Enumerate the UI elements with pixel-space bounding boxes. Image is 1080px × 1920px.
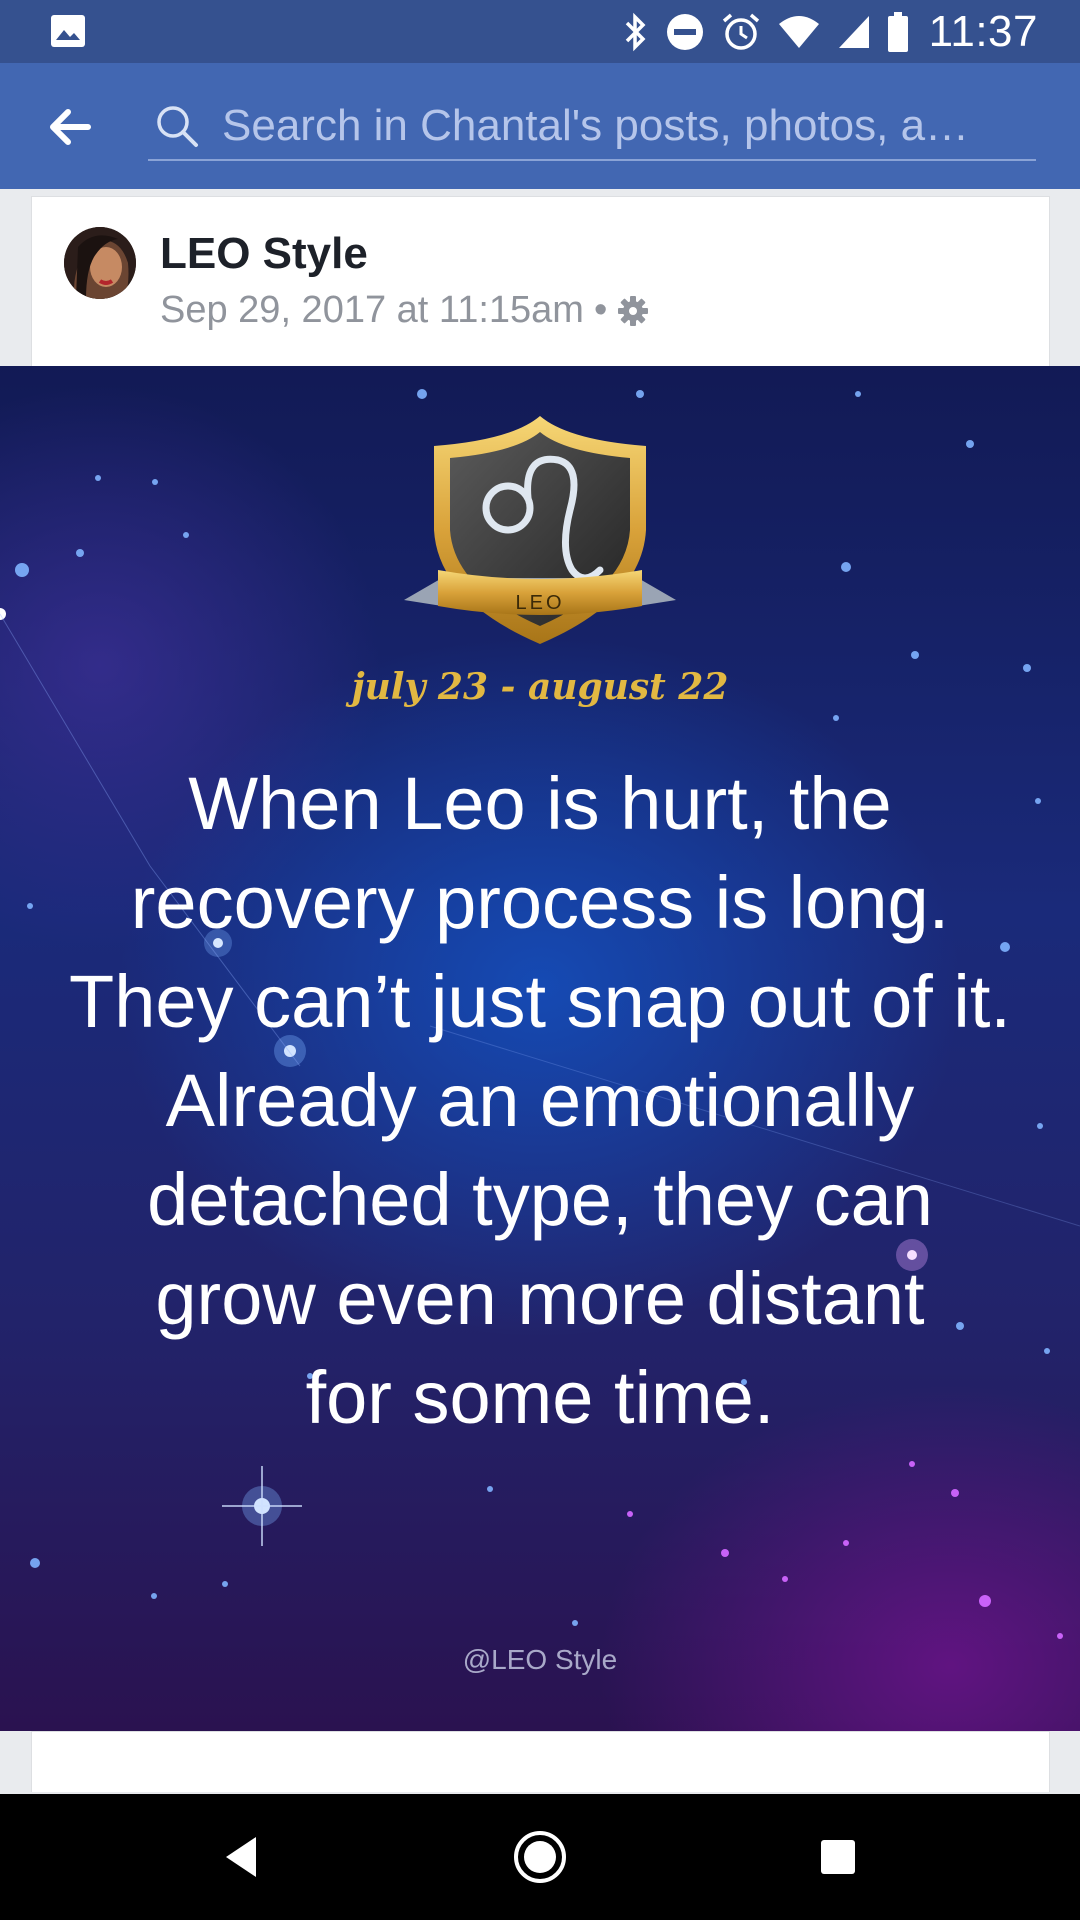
bluetooth-icon (625, 12, 646, 51)
status-bar: 11:37 (0, 0, 1080, 63)
navigation-bar (0, 1794, 1080, 1920)
quote-line: detached type, they can (147, 1158, 933, 1241)
quote-line: Already an emotionally (165, 1059, 915, 1142)
quote-line: They can’t just snap out of it. (69, 960, 1011, 1043)
meta-separator: • (593, 289, 608, 331)
search-icon (157, 106, 198, 147)
quote-line: for some time. (305, 1356, 775, 1439)
quote-line: grow even more distant (155, 1257, 925, 1340)
nav-recents-icon[interactable] (808, 1827, 868, 1887)
app-bar (0, 63, 1080, 189)
gear-icon (618, 295, 649, 326)
badge-label: LEO (515, 592, 565, 614)
post-image[interactable]: LEO july 23 - august 22 When Leo is hurt… (0, 366, 1080, 1731)
post-header: LEO Style Sep 29, 2017 at 11:15am • (31, 196, 1050, 367)
watermark: @LEO Style (462, 1644, 618, 1675)
post-author[interactable]: LEO Style (160, 229, 368, 279)
do-not-disturb-icon (666, 13, 703, 50)
quote-line: recovery process is long. (130, 861, 950, 944)
quote-line: When Leo is hurt, the (188, 762, 892, 845)
wifi-icon (778, 15, 819, 48)
nav-back-icon[interactable] (212, 1827, 272, 1887)
clock-time: 11:37 (928, 6, 1038, 56)
arrow-back-icon[interactable] (40, 97, 100, 157)
post-meta: Sep 29, 2017 at 11:15am • (160, 289, 649, 332)
alarm-icon (722, 13, 759, 50)
signal-icon (838, 15, 869, 48)
search-bar[interactable] (148, 93, 1036, 161)
battery-icon (887, 11, 908, 52)
date-range: july 23 - august 22 (351, 666, 729, 708)
post-timestamp[interactable]: Sep 29, 2017 at 11:15am (160, 289, 584, 332)
post-actions (31, 1731, 1050, 1792)
avatar[interactable] (64, 227, 136, 299)
gallery-icon (51, 15, 85, 47)
nav-home-icon[interactable] (510, 1827, 570, 1887)
quote-text: When Leo is hurt, the recovery process i… (0, 754, 1080, 1447)
search-input[interactable] (220, 97, 1034, 155)
avatar-image (64, 227, 136, 299)
